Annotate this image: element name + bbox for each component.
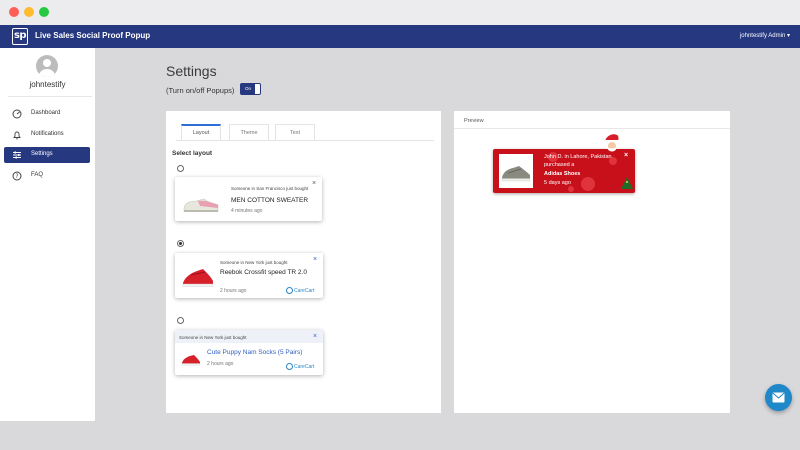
mail-icon bbox=[772, 392, 785, 403]
popup-subtitle: Someone in San Francisco just bought bbox=[231, 186, 309, 191]
sidebar-username: johntestify bbox=[29, 80, 66, 89]
popup-subtitle: Someone in New York just bought bbox=[220, 260, 288, 265]
popup-time: 2 hours ago bbox=[207, 361, 234, 367]
layout-option-1-popup[interactable]: Someone in San Francisco just bought MEN… bbox=[175, 177, 322, 221]
toggle-state-label: On bbox=[241, 84, 255, 94]
sidebar-item-faq[interactable]: ? FAQ bbox=[4, 168, 90, 184]
preview-card: Preview John D. in Lahore, Pakistan purc… bbox=[454, 111, 730, 413]
layout-option-2-popup[interactable]: Someone in New York just bought Reebok C… bbox=[175, 253, 323, 298]
tab-theme[interactable]: Theme bbox=[229, 124, 269, 140]
carecart-brand: CareCart bbox=[286, 287, 314, 294]
close-icon[interactable]: × bbox=[624, 152, 628, 159]
sidebar-item-dashboard[interactable]: Dashboard bbox=[4, 106, 90, 122]
sidebar-item-settings[interactable]: Settings bbox=[4, 147, 90, 163]
popups-toggle[interactable]: On bbox=[240, 83, 261, 95]
preview-buyer-line: John D. in Lahore, Pakistan bbox=[544, 154, 612, 160]
layout-option-3-radio[interactable] bbox=[177, 317, 184, 324]
sidebar-item-label: Notifications bbox=[31, 131, 64, 137]
select-layout-label: Select layout bbox=[172, 150, 213, 157]
brand-label: CareCart bbox=[294, 363, 315, 370]
santa-hat-icon bbox=[604, 134, 622, 152]
shoe-thumbnail-icon bbox=[181, 355, 201, 366]
shoe-thumbnail-icon bbox=[179, 257, 217, 293]
popup-time: 2 hours ago bbox=[220, 288, 247, 294]
svg-text:?: ? bbox=[15, 173, 18, 180]
help-icon: ? bbox=[12, 171, 22, 181]
layout-settings-card: Layout Theme Text Select layout Someone … bbox=[166, 111, 441, 413]
close-icon[interactable]: × bbox=[313, 256, 317, 263]
preview-divider bbox=[454, 128, 730, 129]
preview-popup[interactable]: John D. in Lahore, Pakistan purchased a … bbox=[493, 149, 635, 193]
user-menu-dropdown[interactable]: johntestify Admin ▾ bbox=[740, 32, 790, 39]
window-titlebar bbox=[0, 0, 800, 25]
popup-time: 4 minutes ago bbox=[231, 208, 263, 214]
app-title: Live Sales Social Proof Popup bbox=[35, 31, 151, 40]
chat-button[interactable] bbox=[765, 384, 792, 411]
sidebar-item-label: Settings bbox=[31, 151, 53, 157]
tab-divider bbox=[176, 140, 434, 141]
popup-product-name: Reebok Crossfit speed TR 2.0 bbox=[220, 269, 307, 276]
carecart-logo-icon bbox=[286, 363, 293, 370]
popup-subtitle: Someone in New York just bought bbox=[179, 335, 247, 340]
page-title: Settings bbox=[166, 63, 217, 79]
bell-icon bbox=[13, 131, 21, 140]
layout-option-3-popup[interactable]: Someone in New York just bought × Cute P… bbox=[175, 330, 323, 375]
toggle-label: (Turn on/off Popups) bbox=[166, 86, 235, 95]
minimize-window-button[interactable] bbox=[24, 7, 34, 17]
tab-text[interactable]: Text bbox=[275, 124, 315, 140]
preview-label: Preview bbox=[464, 118, 484, 124]
avatar bbox=[36, 55, 58, 77]
app-header: sp Live Sales Social Proof Popup johntes… bbox=[0, 25, 800, 48]
preview-time: 5 days ago bbox=[544, 180, 571, 186]
carecart-logo-icon bbox=[286, 287, 293, 294]
close-icon[interactable]: × bbox=[312, 180, 316, 187]
sidebar-divider bbox=[8, 96, 92, 97]
sidebar-item-label: Dashboard bbox=[31, 110, 61, 116]
carecart-brand: CareCart bbox=[286, 363, 314, 370]
product-thumbnail bbox=[499, 154, 533, 188]
brand-label: CareCart bbox=[294, 287, 315, 294]
shoe-thumbnail-icon bbox=[178, 181, 224, 217]
maximize-window-button[interactable] bbox=[39, 7, 49, 17]
sidebar: johntestify Dashboard Notifications Sett… bbox=[0, 48, 95, 421]
sidebar-item-label: FAQ bbox=[31, 172, 44, 178]
close-icon[interactable]: × bbox=[313, 333, 317, 340]
popup-product-name: MEN COTTON SWEATER bbox=[231, 197, 309, 204]
popup-product-name: Cute Puppy Nam Socks (5 Pairs) bbox=[207, 349, 303, 356]
dashboard-icon bbox=[12, 109, 22, 119]
close-window-button[interactable] bbox=[9, 7, 19, 17]
preview-action-line: purchased a bbox=[544, 162, 575, 168]
tab-layout[interactable]: Layout bbox=[181, 124, 221, 140]
sidebar-item-notifications[interactable]: Notifications bbox=[4, 127, 90, 143]
layout-option-1-radio[interactable] bbox=[177, 165, 184, 172]
app-logo: sp bbox=[12, 28, 28, 45]
layout-option-2-radio[interactable] bbox=[177, 240, 184, 247]
preview-product-name: Adidas Shoes bbox=[544, 171, 581, 177]
shoe-thumbnail-icon bbox=[501, 166, 531, 182]
sliders-icon bbox=[13, 151, 21, 159]
